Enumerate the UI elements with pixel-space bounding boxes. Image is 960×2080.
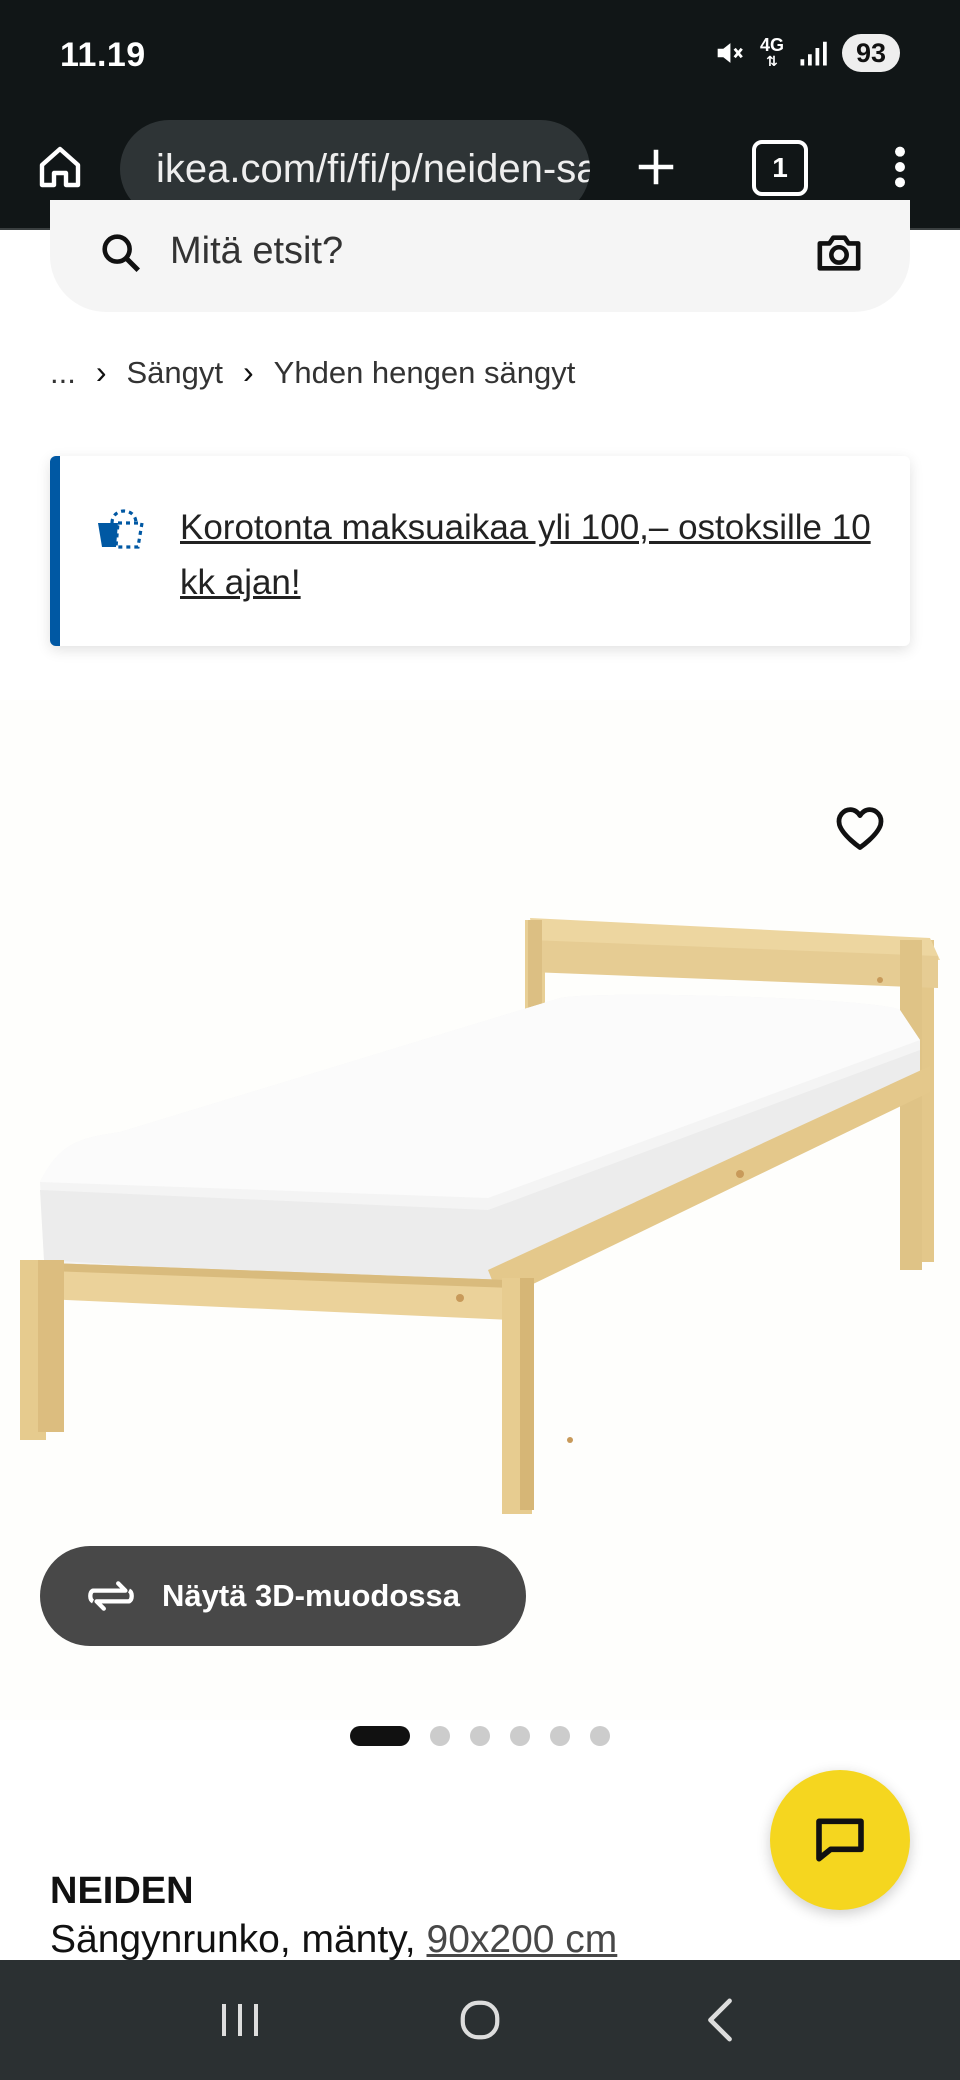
pagination-dot[interactable]	[430, 1726, 450, 1746]
view-3d-button[interactable]: Näytä 3D-muodossa	[40, 1546, 526, 1646]
status-icons: 4G ⇅ 93	[712, 34, 900, 72]
product-size-link[interactable]: 90x200 cm	[427, 1918, 618, 1961]
promo-link[interactable]: Korotonta maksuaikaa yli 100,– ostoksill…	[180, 500, 880, 610]
search-icon	[102, 234, 141, 273]
url-text[interactable]: ikea.com/fi/fi/p/neiden-sangynrunko-mant…	[156, 147, 590, 192]
browser-menu-button[interactable]	[880, 132, 920, 202]
status-time: 11.19	[60, 36, 146, 74]
chat-button[interactable]	[770, 1770, 910, 1910]
mute-icon	[712, 36, 746, 70]
view-3d-label: Näytä 3D-muodossa	[162, 1578, 461, 1613]
back-button[interactable]	[680, 1980, 760, 2060]
product-image	[20, 918, 940, 1514]
signal-icon	[798, 38, 828, 68]
pagination-dot-active[interactable]	[350, 1726, 410, 1746]
breadcrumb: ... › Sängyt › Yhden hengen sängyt	[50, 354, 575, 391]
pagination-dot[interactable]	[550, 1726, 570, 1746]
home-nav-button[interactable]	[440, 1980, 520, 2060]
product-name: NEIDEN	[50, 1870, 194, 1912]
camera-icon[interactable]	[814, 230, 864, 276]
promo-banner: Korotonta maksuaikaa yli 100,– ostoksill…	[50, 456, 910, 646]
breadcrumb-item-beds[interactable]: Sängyt	[127, 355, 224, 391]
network-4g-icon: 4G ⇅	[759, 35, 784, 69]
product-type: Sängynrunko, mänty,	[50, 1918, 416, 1961]
product-description: Sängynrunko, mänty, 90x200 cm	[50, 1918, 617, 1962]
recents-icon	[222, 2004, 258, 2036]
recent-apps-button[interactable]	[200, 1980, 280, 2060]
rotate-3d-icon	[88, 1581, 134, 1611]
breadcrumb-ellipsis[interactable]: ...	[50, 355, 76, 391]
search-bar[interactable]: Mitä etsit?	[50, 200, 910, 312]
more-vert-icon	[895, 146, 905, 188]
pagination-dot[interactable]	[470, 1726, 490, 1746]
pagination-dot[interactable]	[590, 1726, 610, 1746]
network-label: 4G	[759, 35, 784, 55]
tab-switcher-button[interactable]: 1	[752, 140, 808, 196]
chevron-right-icon: ›	[243, 354, 254, 390]
home-icon	[39, 146, 81, 188]
breadcrumb-item-single-beds[interactable]: Yhden hengen sängyt	[274, 355, 576, 391]
plus-icon	[638, 149, 674, 185]
home-button[interactable]	[30, 132, 90, 202]
chevron-right-icon: ›	[95, 354, 107, 390]
home-circle-icon	[460, 2000, 500, 2040]
chat-icon	[816, 1818, 864, 1862]
new-tab-button[interactable]	[626, 132, 686, 202]
status-bar: 11.19 4G ⇅ 93	[0, 0, 960, 110]
system-nav-bar	[0, 1960, 960, 2080]
back-icon	[708, 1998, 732, 2042]
battery-indicator: 93	[841, 34, 900, 72]
product-gallery[interactable]: Näytä 3D-muodossa	[0, 700, 960, 1746]
shopping-bag-icon	[98, 509, 144, 549]
heart-icon[interactable]	[834, 802, 886, 854]
pagination-dot[interactable]	[510, 1726, 530, 1746]
search-input[interactable]: Mitä etsit?	[170, 230, 343, 273]
gallery-pagination	[350, 1726, 610, 1746]
